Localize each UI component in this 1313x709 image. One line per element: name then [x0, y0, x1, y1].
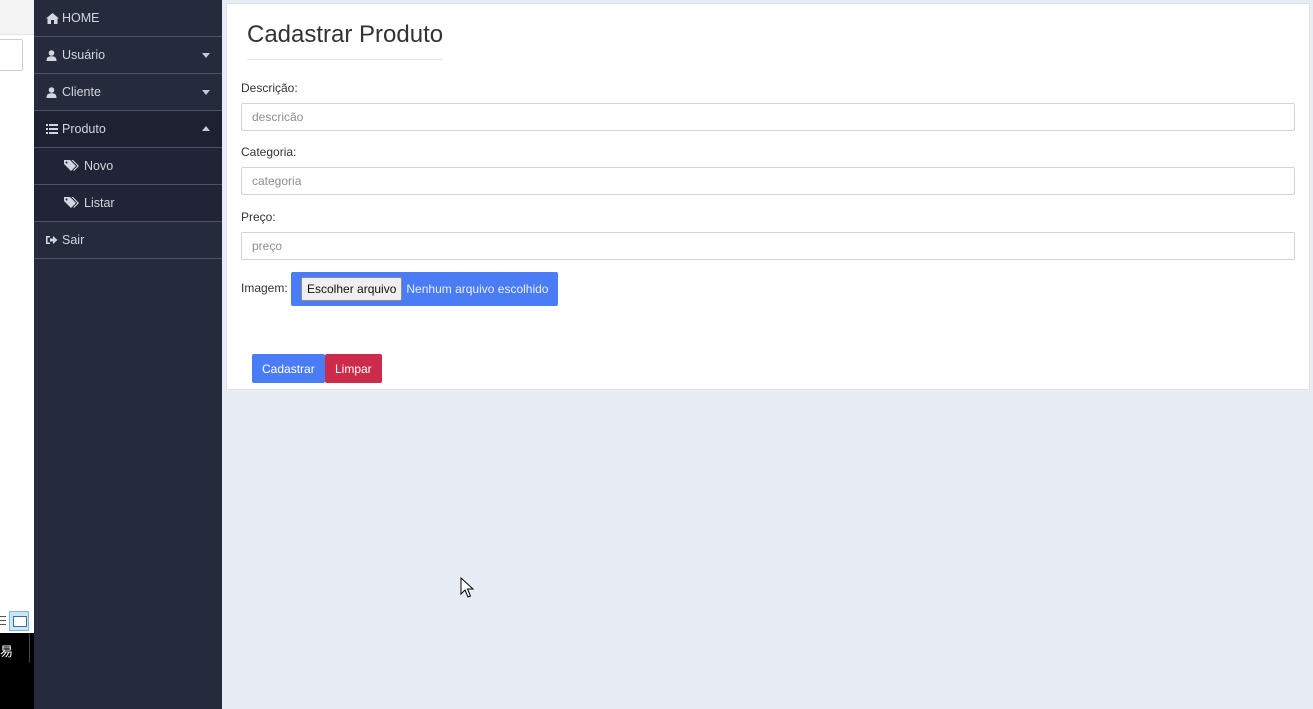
home-icon	[46, 12, 60, 24]
categoria-input[interactable]	[241, 167, 1295, 195]
page-title: Cadastrar Produto	[247, 21, 444, 60]
sidebar-item-label: Novo	[84, 159, 114, 173]
taskbar-fragment: 易	[0, 633, 34, 709]
background-window-toolbar	[0, 0, 34, 35]
sidebar-item-home[interactable]: HOME	[34, 0, 222, 37]
sidebar: HOME Usuário Cliente Produto Novo Listar	[34, 0, 222, 709]
background-window-input	[0, 39, 23, 71]
choose-file-button[interactable]: Escolher arquivo	[301, 277, 403, 301]
tags-icon	[64, 160, 82, 172]
mouse-cursor-icon	[460, 576, 475, 604]
sidebar-item-label: Cliente	[62, 85, 101, 99]
background-window-edge: 易	[0, 0, 34, 709]
user-icon	[46, 86, 60, 98]
sidebar-item-usuario[interactable]: Usuário	[34, 37, 222, 74]
sidebar-item-label: Usuário	[62, 48, 106, 62]
preco-input[interactable]	[241, 232, 1295, 260]
product-form-panel: Cadastrar Produto Descrição: Categoria: …	[226, 3, 1310, 390]
tags-icon	[64, 197, 82, 209]
chevron-up-icon	[202, 126, 210, 131]
sidebar-item-cliente[interactable]: Cliente	[34, 74, 222, 111]
chevron-down-icon	[202, 53, 210, 58]
sidebar-item-sair[interactable]: Sair	[34, 222, 222, 259]
descricao-input[interactable]	[241, 103, 1295, 131]
sidebar-item-produto[interactable]: Produto	[34, 111, 222, 148]
image-view-icon[interactable]	[9, 611, 29, 631]
user-icon	[46, 49, 60, 61]
categoria-label: Categoria:	[241, 145, 297, 159]
image-file-input[interactable]: Escolher arquivo Nenhum arquivo escolhid…	[291, 272, 558, 306]
imagem-label: Imagem:	[241, 281, 288, 295]
chevron-down-icon	[202, 90, 210, 95]
file-status-text: Nenhum arquivo escolhido	[406, 282, 549, 296]
sidebar-item-label: HOME	[62, 11, 100, 25]
sidebar-subitem-listar[interactable]: Listar	[34, 185, 222, 222]
list-view-icon	[0, 616, 6, 626]
cadastrar-button[interactable]: Cadastrar	[252, 354, 325, 383]
taskbar-glyph-icon: 易	[0, 645, 14, 660]
sidebar-item-label: Produto	[62, 122, 106, 136]
sidebar-item-label: Sair	[62, 233, 85, 247]
descricao-label: Descrição:	[241, 81, 298, 95]
sidebar-subitem-novo[interactable]: Novo	[34, 148, 222, 185]
preco-label: Preço:	[241, 210, 276, 224]
sidebar-item-label: Listar	[84, 196, 115, 210]
limpar-button[interactable]: Limpar	[325, 354, 382, 383]
sign-out-icon	[46, 234, 60, 246]
list-icon	[46, 123, 60, 135]
